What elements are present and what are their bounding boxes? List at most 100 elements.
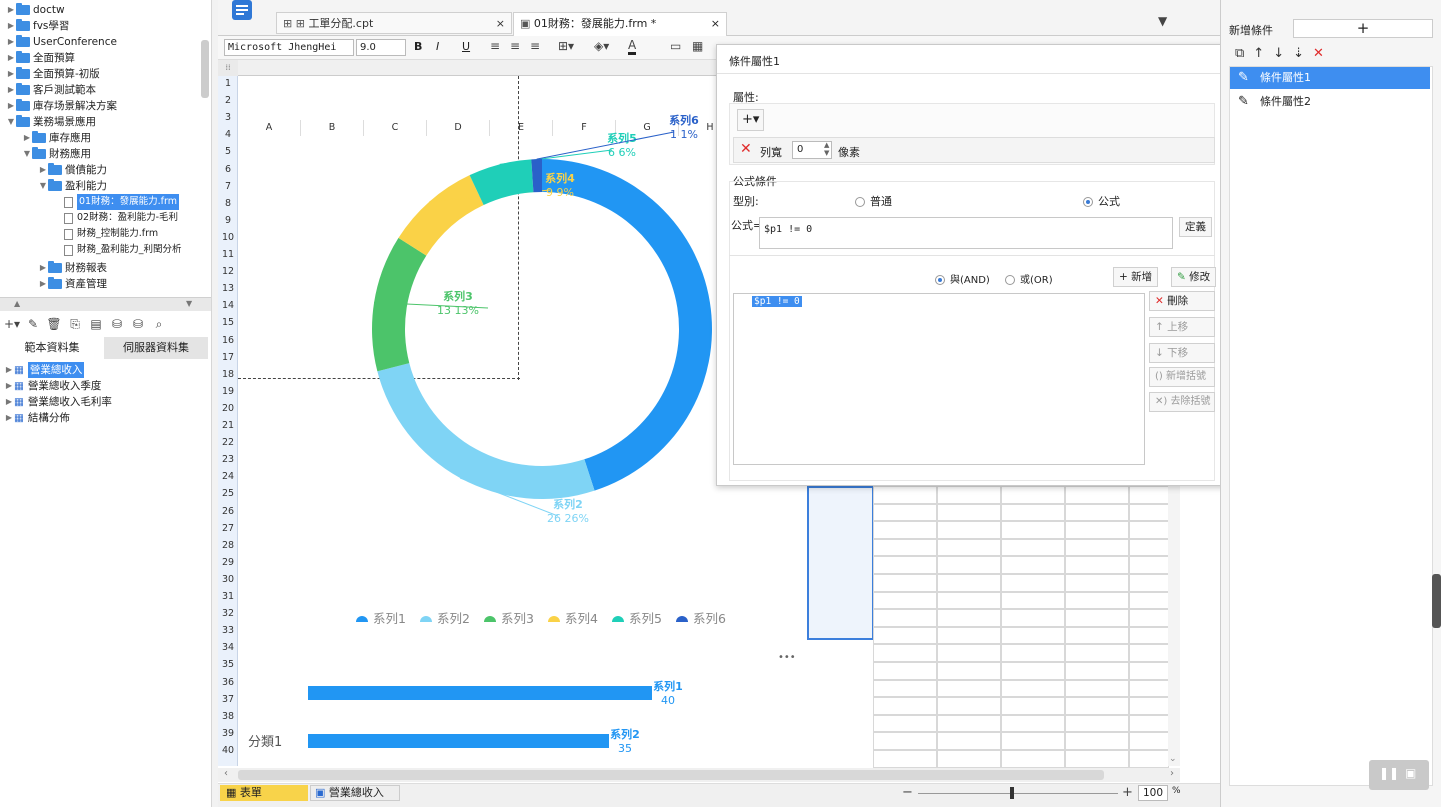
row-header-cell[interactable]: 21 xyxy=(218,420,238,431)
row-header-cell[interactable]: 25 xyxy=(218,488,238,499)
row-header-cell[interactable]: 24 xyxy=(218,471,238,482)
align-right-icon[interactable]: ≡ xyxy=(530,39,540,53)
tree-item[interactable]: ▶ doctw xyxy=(6,2,65,18)
row-header-cell[interactable]: 13 xyxy=(218,283,238,294)
grid-cell[interactable] xyxy=(1001,626,1065,645)
move-down-button[interactable]: ↓ 下移 xyxy=(1149,343,1215,363)
grid-cell[interactable] xyxy=(1129,574,1169,592)
arrow-up-icon[interactable]: ↑ xyxy=(1253,46,1264,61)
tree-item[interactable]: 財務_控制能力.frm xyxy=(54,226,158,242)
row-header-cell[interactable]: 3 xyxy=(218,112,238,123)
align-center-icon[interactable]: ≡ xyxy=(510,39,520,53)
grid-cell[interactable] xyxy=(873,609,937,627)
grid-cell[interactable] xyxy=(1129,538,1169,557)
chevron-right-icon[interactable]: ▶ xyxy=(6,34,16,50)
grid-cell[interactable] xyxy=(1065,714,1129,733)
grid-cell[interactable] xyxy=(937,679,1001,698)
pause-icon[interactable]: ❚❚ xyxy=(1379,766,1399,780)
row-header-cell[interactable]: 39 xyxy=(218,728,238,739)
grid-cell[interactable] xyxy=(937,556,1001,574)
grid-cell[interactable] xyxy=(1001,591,1065,610)
chevron-right-icon[interactable]: ▶ xyxy=(4,362,14,378)
grid-cell[interactable] xyxy=(937,609,1001,627)
row-header-cell[interactable]: 6 xyxy=(218,164,238,175)
grid-cell[interactable] xyxy=(873,662,937,680)
tree-item[interactable]: ▶ 財務報表 xyxy=(38,260,107,276)
chevron-right-icon[interactable]: ▶ xyxy=(6,98,16,114)
side-handle[interactable] xyxy=(1432,574,1441,628)
sheet-tab-revenue[interactable]: ▣ 營業總收入 xyxy=(310,785,400,801)
selected-cell[interactable] xyxy=(807,486,874,640)
grid-cell[interactable] xyxy=(873,486,937,504)
tree-item[interactable]: ▼ 業務場景應用 xyxy=(6,114,96,130)
sheet-tab-form[interactable]: ▦ 表單 xyxy=(220,785,308,801)
legend-entry[interactable]: 系列2 xyxy=(437,611,470,626)
row-header-cell[interactable]: 33 xyxy=(218,625,238,636)
cell-grid[interactable] xyxy=(873,486,1169,768)
row-header-cell[interactable]: 40 xyxy=(218,745,238,756)
grid-cell[interactable] xyxy=(1065,556,1129,574)
grid-cell[interactable] xyxy=(1129,662,1169,680)
condition-list[interactable]: $p1 != 0 xyxy=(733,293,1145,465)
splitter[interactable]: ▲ ▼ xyxy=(0,297,211,311)
copy-icon[interactable]: ⧉ xyxy=(1235,46,1244,61)
row-header-cell[interactable]: 2 xyxy=(218,95,238,106)
chevron-right-icon[interactable]: ▶ xyxy=(4,410,14,426)
grid-cell[interactable] xyxy=(873,626,937,645)
chevron-right-icon[interactable]: ▶ xyxy=(22,130,32,146)
grid-cell[interactable] xyxy=(1129,644,1169,662)
row-header-cell[interactable]: 4 xyxy=(218,129,238,140)
chevron-right-icon[interactable]: ▶ xyxy=(6,82,16,98)
dataset-item[interactable]: ▶ ▦ 結構分佈 xyxy=(4,410,70,426)
add-dataset-icon[interactable]: +▾ xyxy=(4,316,20,332)
chevron-down-icon[interactable]: ▼ xyxy=(6,114,16,130)
grid-cell[interactable] xyxy=(873,503,937,522)
grid-cell[interactable] xyxy=(937,626,1001,645)
chevron-right-icon[interactable]: ▶ xyxy=(38,276,48,292)
grid-cell[interactable] xyxy=(873,591,937,610)
chart-data-icon[interactable]: ▤ xyxy=(88,316,104,332)
chevron-right-icon[interactable]: ▶ xyxy=(38,260,48,276)
add-attribute-button[interactable]: +▾ xyxy=(737,109,765,131)
font-color-icon[interactable]: A xyxy=(628,38,637,55)
tree-scrollbar[interactable] xyxy=(201,40,209,98)
grid-cell[interactable] xyxy=(937,644,1001,662)
sort-icon[interactable]: ⇣ xyxy=(1293,46,1304,61)
grid-cell[interactable] xyxy=(1001,609,1065,627)
grid-cell[interactable] xyxy=(873,714,937,733)
grid-cell[interactable] xyxy=(1001,521,1065,539)
edit-icon[interactable]: ✎ xyxy=(25,316,41,332)
legend-entry[interactable]: 系列3 xyxy=(501,611,534,626)
move-up-button[interactable]: ↑ 上移 xyxy=(1149,317,1215,337)
bold-button[interactable]: B xyxy=(414,40,422,53)
grid-cell[interactable] xyxy=(1065,538,1129,557)
grid-cell[interactable] xyxy=(937,574,1001,592)
grid-cell[interactable] xyxy=(1129,714,1169,733)
tree-item[interactable]: ▶ UserConference xyxy=(6,34,117,50)
italic-button[interactable]: I xyxy=(436,40,439,53)
row-header-cell[interactable]: 31 xyxy=(218,591,238,602)
grid-cell[interactable] xyxy=(1065,662,1129,680)
search-icon[interactable]: ⌕ xyxy=(151,316,167,332)
tab-current-form[interactable]: ▣ 01財務：發展能力.frm * × xyxy=(513,12,727,36)
grid-cell[interactable] xyxy=(937,521,1001,539)
bar-chart[interactable]: 系列140 系列235 分類1 xyxy=(238,664,718,764)
grid-cell[interactable] xyxy=(1129,697,1169,715)
row-header-cell[interactable]: 8 xyxy=(218,198,238,209)
grid-cell[interactable] xyxy=(937,697,1001,715)
tree-item[interactable]: ▶ 庫存應用 xyxy=(22,130,91,146)
grid-cell[interactable] xyxy=(1001,503,1065,522)
font-size-select[interactable]: 9.0 xyxy=(356,39,406,56)
zoom-in-button[interactable]: + xyxy=(1122,785,1133,800)
preview-icon[interactable]: ⎘ xyxy=(67,316,83,332)
grid-cell[interactable] xyxy=(1065,503,1129,522)
grid-cell[interactable] xyxy=(937,486,1001,504)
donut-slice[interactable] xyxy=(377,363,595,499)
tab-workorder[interactable]: ⊞ ⊞ 工單分配.cpt × xyxy=(276,12,512,34)
legend-entry[interactable]: 系列5 xyxy=(629,611,662,626)
legend-marker[interactable] xyxy=(356,616,368,622)
legend-marker[interactable] xyxy=(612,616,624,622)
row-header-cell[interactable]: 9 xyxy=(218,215,238,226)
grid-cell[interactable] xyxy=(937,538,1001,557)
grid-cell[interactable] xyxy=(1001,574,1065,592)
